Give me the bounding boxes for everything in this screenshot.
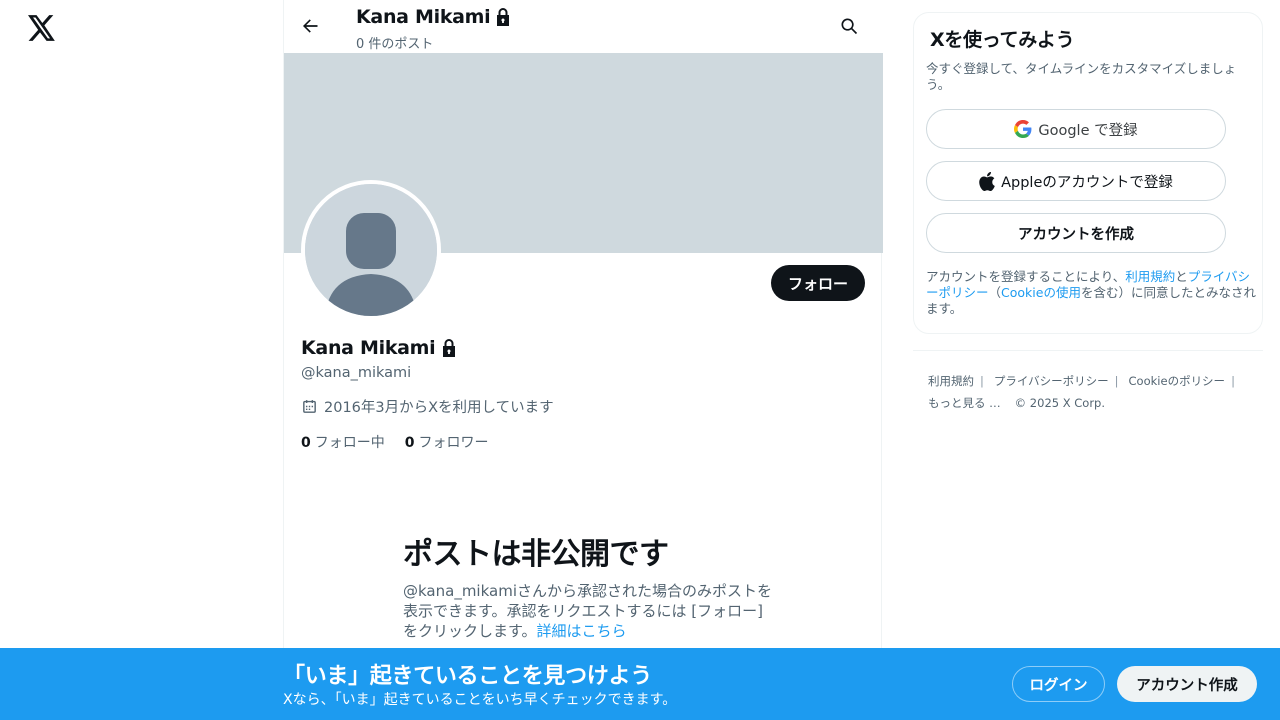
footer-copyright: © 2025 X Corp. xyxy=(1014,396,1106,410)
signup-title: Xを使ってみよう xyxy=(930,29,1075,51)
header-name-text: Kana Mikami xyxy=(356,6,491,28)
arrow-left-icon xyxy=(303,19,318,33)
private-desc: @kana_mikamiさんから承認された場合のみポストを表示できます。承認をリ… xyxy=(403,581,773,641)
apple-signup-label: Appleのアカウントで登録 xyxy=(1001,174,1173,191)
footer-more-link[interactable]: もっと見る … xyxy=(928,396,1001,410)
following-link[interactable]: 0 フォロー中 xyxy=(301,432,385,452)
joined-text: 2016年3月からXを利用しています xyxy=(324,400,554,416)
profile-column: Kana Mikami 0 件のポスト フォロー Kana Mikami @ka… xyxy=(283,0,883,720)
followers-link[interactable]: 0 フォロワー xyxy=(405,432,489,452)
search-icon xyxy=(841,18,858,35)
bottom-signup-bar: 「いま」起きていることを見つけよう Xなら、「いま」起きていることをいち早くチェ… xyxy=(0,648,1280,720)
footer-cookie-link[interactable]: Cookieのポリシー xyxy=(1129,374,1226,388)
create-account-button[interactable]: アカウントを作成 xyxy=(926,213,1226,253)
joined-date: 2016年3月からXを利用しています xyxy=(301,396,554,417)
apple-icon xyxy=(979,171,995,191)
bottom-bar-subtitle: Xなら、「いま」起きていることをいち早くチェックできます。 xyxy=(283,692,677,708)
terms-link[interactable]: 利用規約 xyxy=(1125,269,1175,284)
footer-links: 利用規約 | プライバシーポリシー | Cookieのポリシー | もっと見る … © 20… xyxy=(928,370,1248,414)
calendar-icon xyxy=(303,400,316,413)
followers-label: フォロワー xyxy=(418,435,489,451)
terms-prefix: アカウントを登録することにより、 xyxy=(926,269,1126,284)
footer-separator: | xyxy=(980,374,984,388)
default-avatar-icon xyxy=(305,184,437,316)
profile-name: Kana Mikami xyxy=(301,337,457,359)
terms-and: と xyxy=(1175,269,1188,284)
following-label: フォロー中 xyxy=(314,435,385,451)
footer-terms-link[interactable]: 利用規約 xyxy=(928,374,974,388)
following-count: 0 xyxy=(301,435,311,451)
post-count: 0 件のポスト xyxy=(356,37,434,52)
back-button[interactable] xyxy=(292,8,328,44)
signup-terms: アカウントを登録することにより、利用規約とプライバシーポリシー（Cookieの使… xyxy=(926,269,1256,317)
bottom-bar-title: 「いま」起きていることを見つけよう xyxy=(283,664,652,689)
learn-more-link[interactable]: 詳細はこちら xyxy=(537,622,627,640)
private-title: ポストは非公開です xyxy=(403,537,669,572)
private-notice: ポストは非公開です @kana_mikamiさんから承認された場合のみポストを表… xyxy=(403,535,773,641)
lock-icon xyxy=(497,8,510,26)
follow-button[interactable]: フォロー xyxy=(770,265,865,301)
google-signup-button[interactable]: Google で登録 xyxy=(926,109,1226,149)
signup-subtitle: 今すぐ登録して、タイムラインをカスタマイズしましょう。 xyxy=(926,61,1237,92)
x-logo-icon[interactable] xyxy=(26,12,58,44)
lock-icon xyxy=(443,339,456,357)
footer-separator: | xyxy=(1114,374,1119,388)
terms-paren: （ xyxy=(988,285,1002,300)
search-button[interactable] xyxy=(831,8,867,44)
follow-stats: 0 フォロー中 0 フォロワー xyxy=(301,432,489,452)
cookie-link[interactable]: Cookieの使用 xyxy=(1001,285,1081,300)
bottom-create-account-button[interactable]: アカウント作成 xyxy=(1117,666,1257,702)
login-button[interactable]: ログイン xyxy=(1012,666,1105,702)
apple-signup-button[interactable]: Appleのアカウントで登録 xyxy=(926,161,1226,201)
profile-handle: @kana_mikami xyxy=(301,365,412,381)
footer-separator: | xyxy=(1231,374,1235,388)
signup-card: Xを使ってみよう 今すぐ登録して、タイムラインをカスタマイズしましょう。 Goo… xyxy=(913,12,1263,334)
google-icon xyxy=(1014,120,1032,138)
google-signup-label: Google で登録 xyxy=(1038,122,1138,139)
sidebar-divider xyxy=(913,350,1263,351)
followers-count: 0 xyxy=(404,435,415,451)
profile-header-bar: Kana Mikami 0 件のポスト xyxy=(284,0,883,53)
profile-name-text: Kana Mikami xyxy=(301,337,436,359)
header-name: Kana Mikami xyxy=(356,6,511,28)
avatar[interactable] xyxy=(301,180,441,320)
footer-privacy-link[interactable]: プライバシーポリシー xyxy=(994,374,1109,388)
